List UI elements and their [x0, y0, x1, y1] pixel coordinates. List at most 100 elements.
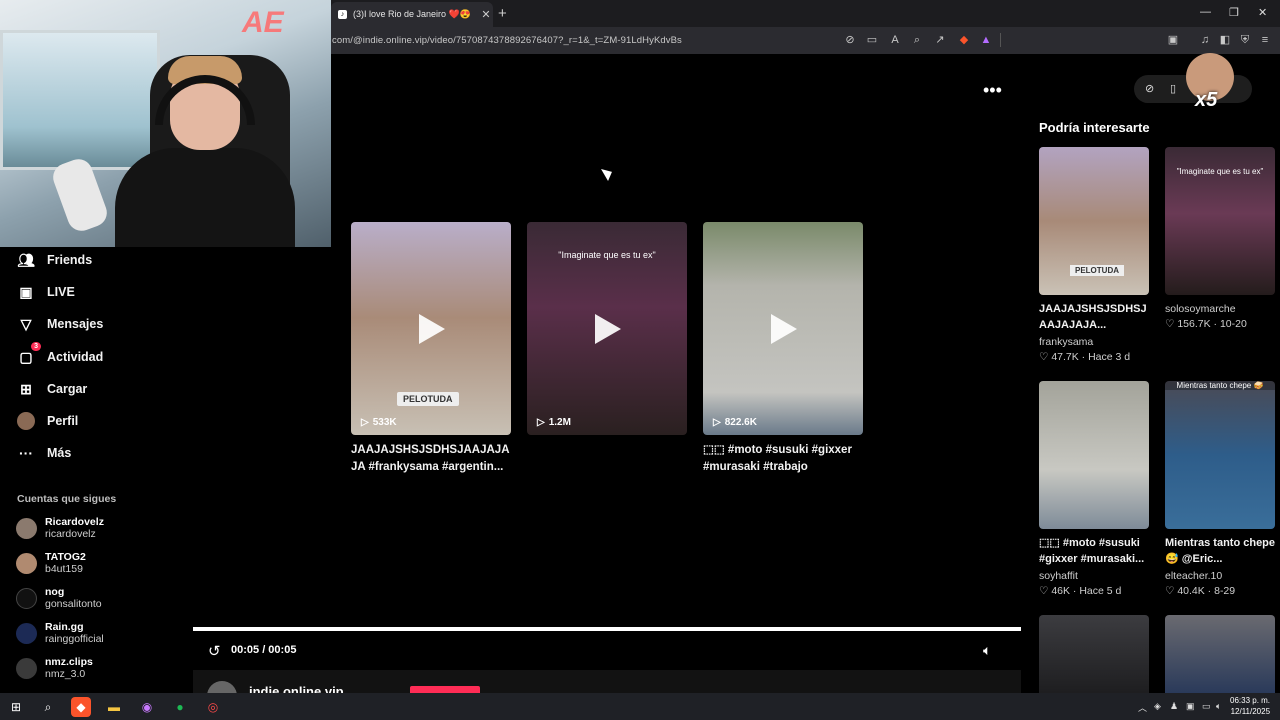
close-tab-icon[interactable]: ✕ — [479, 8, 493, 21]
recommended-thumbnail[interactable]: Mientras tanto chepe 🥪 — [1165, 381, 1275, 529]
sidebar-icon[interactable]: ▣ — [1166, 33, 1180, 47]
media-icon[interactable]: ♫ — [1198, 33, 1212, 47]
following-name: Ricardovelz — [45, 516, 104, 528]
share-icon[interactable]: ↗ — [933, 33, 947, 47]
tray-icon[interactable]: ▣ — [1186, 701, 1195, 712]
video-card[interactable]: PELOTUDA ▷ 533K — [351, 222, 511, 435]
play-icon — [419, 314, 445, 344]
recommended-thumbnail[interactable]: "Imaginate que es tu ex" — [1165, 147, 1275, 295]
sidebar-item-label: Actividad — [47, 350, 104, 364]
discord-icon[interactable]: ◉ — [137, 697, 157, 717]
activity-icon: ▢ 3 — [17, 342, 41, 366]
replay-icon[interactable]: ↺ — [208, 642, 221, 660]
volume-tray-icon[interactable]: 🔈︎ — [1216, 701, 1221, 712]
more-options-icon[interactable]: ••• — [983, 80, 1002, 101]
minimize-icon[interactable]: — — [1200, 6, 1211, 18]
video-overlay-text: "Imaginate que es tu ex" — [1176, 167, 1264, 176]
brave-rewards-icon[interactable]: ▲ — [979, 33, 993, 47]
recommended-author[interactable]: soyhaffit — [1039, 570, 1078, 582]
obs-icon[interactable]: ◎ — [203, 697, 223, 717]
sidebar-item-activity[interactable]: ▢ 3 Actividad — [17, 342, 104, 369]
recommended-thumbnail[interactable] — [1039, 381, 1149, 529]
play-small-icon: ▷ — [713, 417, 721, 428]
sidebar-item-friends[interactable]: 👥︎ Friends — [17, 248, 92, 272]
volume-icon[interactable]: 🔈︎ — [983, 642, 991, 659]
time-display: 00:05 / 00:05 — [231, 644, 297, 656]
recommended-thumbnail[interactable]: PELOTUDA — [1039, 147, 1149, 295]
phone-icon[interactable]: ▯ — [1170, 82, 1176, 95]
panel-icon[interactable]: ◧ — [1218, 33, 1232, 47]
recommended-stats: ♡ 47.7K · Hace 3 d — [1039, 351, 1131, 363]
brave-icon[interactable]: ◆ — [71, 697, 91, 717]
url-text[interactable]: com/@indie.online.vip/video/757087437889… — [332, 35, 682, 46]
view-count: ▷ 533K — [361, 417, 397, 428]
clock-time: 06:33 p. m. — [1230, 696, 1271, 705]
views-text: 822.6K — [724, 417, 757, 428]
video-description[interactable]: JAAJAJSHSJSDHSJAAJAJA JA #frankysama #ar… — [351, 442, 511, 476]
following-name: TATOG2 — [45, 551, 86, 563]
brave-shield-icon[interactable]: ◆ — [957, 33, 971, 47]
live-icon: ▣ — [19, 283, 33, 300]
close-window-icon[interactable]: ✕ — [1258, 6, 1267, 19]
sidebar-item-upload[interactable]: ⊞ Cargar — [17, 377, 87, 401]
progress-bar[interactable] — [193, 627, 1021, 631]
shield-icon[interactable]: ⛨ — [1238, 33, 1252, 47]
following-item[interactable]: nmz.clips nmz_3.0 — [16, 656, 93, 681]
following-handle: rainggofficial — [45, 633, 104, 645]
system-clock[interactable]: 06:33 p. m. 12/11/2025 — [1230, 695, 1270, 717]
recommended-thumbnail[interactable] — [1165, 615, 1275, 693]
new-tab-button[interactable]: + — [498, 5, 507, 22]
video-card[interactable]: ▷ 822.6K — [703, 222, 863, 435]
play-icon — [595, 314, 621, 344]
recommended-author[interactable]: elteacher.10 — [1165, 570, 1222, 582]
following-item[interactable]: Ricardovelz ricardovelz — [16, 516, 104, 541]
sidebar-item-live[interactable]: ▣ LIVE — [17, 280, 74, 304]
menu-icon[interactable]: ≡ — [1258, 33, 1272, 47]
avatar — [16, 623, 37, 644]
recommended-thumbnail[interactable] — [1039, 615, 1149, 693]
url-separator — [1000, 33, 1001, 47]
activity-badge: 3 — [31, 342, 41, 351]
windows-start-icon[interactable]: ⊞ — [6, 697, 26, 717]
tray-icon[interactable]: ♟ — [1170, 701, 1178, 712]
following-item[interactable]: Rain.gg rainggofficial — [16, 621, 104, 646]
sidebar-item-messages[interactable]: ▽ Mensajes — [17, 312, 104, 336]
following-name: nog — [45, 586, 65, 598]
no-tracking-icon[interactable]: ⊘ — [843, 33, 857, 47]
folder-icon[interactable]: ▬ — [104, 697, 124, 717]
sidebar-item-more[interactable]: ··· Más — [17, 441, 71, 465]
following-handle: gonsalitonto — [45, 598, 102, 610]
cast-icon[interactable]: ▭ — [865, 33, 879, 47]
sidebar-item-label: Cargar — [47, 382, 88, 396]
video-overlay-text: "Imaginate que es tu ex" — [558, 250, 656, 260]
network-icon[interactable]: ▭ — [1202, 701, 1211, 712]
play-icon — [771, 314, 797, 344]
search-icon[interactable]: ⌕ — [38, 697, 58, 717]
recommended-title[interactable]: JAAJAJSHSJSDHSJ AAJAJAJA... — [1039, 301, 1155, 333]
tray-icon[interactable]: ◈ — [1154, 701, 1161, 712]
browser-tab[interactable]: ♪ (3)I love Rio de Janeiro ❤️😍 ... ✕ — [331, 2, 493, 27]
webcam-overlay: AE — [0, 0, 331, 247]
following-handle: ricardovelz — [45, 528, 96, 540]
sidebar-item-profile[interactable]: Perfil — [17, 409, 78, 433]
recommended-stats: ♡ 40.4K · 8-29 — [1165, 585, 1236, 597]
clock-date: 12/11/2025 — [1230, 707, 1271, 716]
following-item[interactable]: nog gonsalitonto — [16, 586, 102, 611]
spotify-icon[interactable]: ● — [170, 697, 190, 717]
video-card[interactable]: "Imaginate que es tu ex" ▷ 1.2M — [527, 222, 687, 435]
recommended-title[interactable]: Mientras tanto chepe 😅 @Eric... — [1165, 535, 1280, 567]
view-count: ▷ 822.6K — [713, 417, 757, 428]
tray-chevron-icon[interactable]: ︿ — [1138, 701, 1147, 714]
zoom-icon[interactable]: ⌕ — [910, 33, 924, 47]
video-description[interactable]: ⬚⬚ #moto #susuki #gixxer #murasaki #trab… — [703, 442, 863, 476]
recommended-author[interactable]: solosoymarche — [1165, 303, 1236, 315]
avatar — [16, 588, 37, 609]
recommended-title[interactable]: ⬚⬚ #moto #susuki #gixxer #murasaki... — [1039, 535, 1155, 567]
recommendations-title: Podría interesarte — [1039, 120, 1150, 135]
recommended-author[interactable]: frankysama — [1039, 336, 1093, 348]
restore-icon[interactable]: ❐ — [1229, 6, 1239, 19]
following-item[interactable]: TATOG2 b4ut159 — [16, 551, 86, 576]
compass-icon[interactable]: ⊘ — [1145, 82, 1154, 95]
translate-icon[interactable]: A — [888, 33, 902, 47]
video-tag: PELOTUDA — [397, 392, 459, 406]
